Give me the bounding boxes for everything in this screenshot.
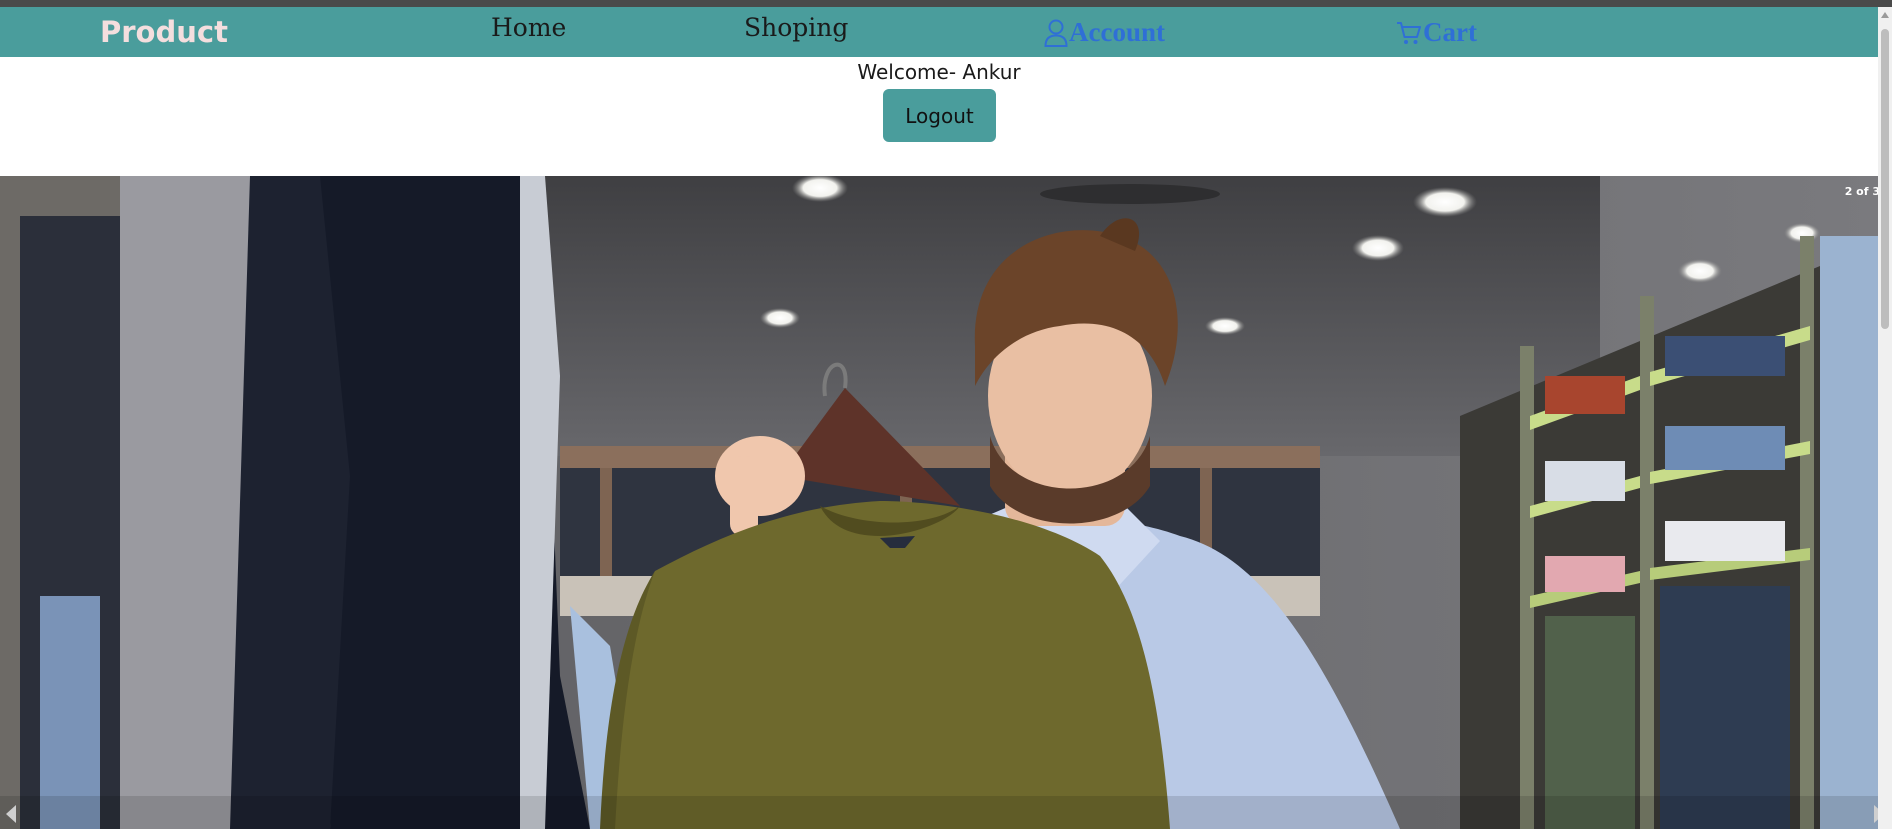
slide-counter: 2 of 3 <box>1844 185 1880 198</box>
nav-home-link[interactable]: Home <box>491 13 566 42</box>
logout-button[interactable]: Logout <box>883 89 996 142</box>
cart-icon <box>1397 21 1421 44</box>
scroll-up-icon[interactable] <box>1881 12 1889 18</box>
page-scrollbar[interactable] <box>1878 7 1892 829</box>
nav-shopping-link[interactable]: Shoping <box>744 13 848 42</box>
account-label: Account <box>1069 17 1165 47</box>
page: Product Home Shoping Account Cart Welcom… <box>0 0 1892 829</box>
brand-link[interactable]: Product <box>100 15 228 49</box>
cart-label: Cart <box>1423 17 1477 47</box>
navbar: Product Home Shoping Account Cart <box>0 7 1892 57</box>
carousel-prev-icon[interactable] <box>6 805 16 823</box>
nav-account-link[interactable]: Account <box>1044 17 1165 48</box>
carousel-slide-image <box>0 176 1892 829</box>
welcome-message: Welcome- Ankur <box>857 60 1021 84</box>
browser-top-strip <box>0 0 1892 7</box>
image-carousel[interactable]: 2 of 3 <box>0 176 1892 829</box>
scrollbar-thumb[interactable] <box>1881 29 1889 329</box>
nav-cart-link[interactable]: Cart <box>1396 17 1477 48</box>
user-icon <box>1044 19 1068 47</box>
